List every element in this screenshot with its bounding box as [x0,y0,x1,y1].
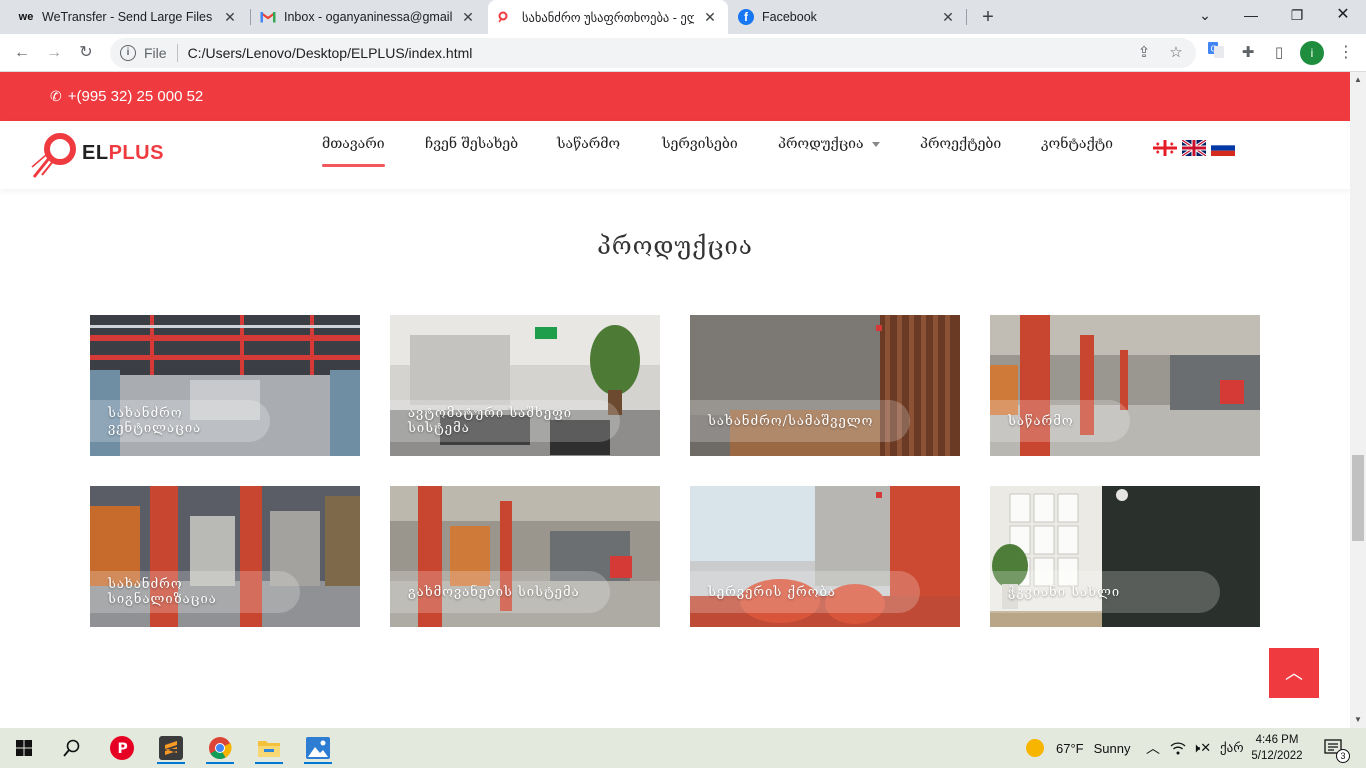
reload-icon[interactable]: ↻ [74,41,98,65]
svg-text:P: P [118,741,128,757]
close-icon[interactable]: ✕ [940,9,956,26]
url-scheme: File [144,45,167,61]
clock[interactable]: 4:46 PM 5/12/2022 [1248,728,1306,768]
close-icon[interactable]: ✕ [222,9,238,26]
translate-extension-icon[interactable]: G [1205,42,1227,64]
tab-facebook[interactable]: f Facebook ✕ [728,0,966,34]
share-icon[interactable]: ⇪ [1133,42,1155,64]
forward-arrow-icon[interactable]: → [42,41,66,65]
page-viewport: ✆ +(995 32) 25 000 52 ELPLUS მთავარი ჩვე… [0,72,1350,728]
weather-description: Sunny [1093,740,1131,756]
gmail-favicon-icon [260,9,276,25]
site-logo[interactable]: ELPLUS [30,129,163,181]
search-icon[interactable] [52,732,92,764]
scroll-down-arrow-icon[interactable]: ▼ [1350,712,1366,728]
minimize-icon[interactable]: — [1228,0,1274,30]
phone-number[interactable]: +(995 32) 25 000 52 [68,88,204,105]
product-card-fire-rescue[interactable]: სახანძრო/სამაშველო [690,315,960,456]
weather-temperature: 67°F [1056,740,1084,756]
scroll-up-arrow-icon[interactable]: ▲ [1350,72,1366,88]
windows-taskbar: P 67°F Sunny ︿ 🕨✕ ქარ 4:46 PM 5/12/2022 … [0,728,1366,768]
product-label: სახანძრო სიგნალიზაცია [90,571,300,613]
product-card-smart-home[interactable]: ჭკვიანი სახლი [990,486,1260,627]
show-hidden-icons-chevron-up-icon[interactable]: ︿ [1146,728,1160,768]
page-scrollbar[interactable] [1350,72,1366,728]
uk-flag-icon[interactable] [1182,140,1206,156]
photos-app-icon[interactable] [298,732,338,764]
facebook-favicon-icon: f [738,9,754,25]
side-panel-icon[interactable]: ▯ [1268,42,1290,64]
browser-tab-bar: we WeTransfer - Send Large Files & S ✕ I… [0,0,1366,34]
product-card-fire-ventilation[interactable]: სახანძრო ვენტილაცია [90,315,360,456]
new-tab-plus-icon[interactable]: + [976,5,1000,29]
clock-time: 4:46 PM [1255,734,1299,746]
scrollbar-thumb[interactable] [1352,455,1364,541]
product-label: ავტომატური საშხეფი სისტემა [390,400,620,442]
section-title-products: პროდუქცია [597,232,753,260]
weather-widget[interactable]: 67°F Sunny [1026,728,1130,768]
product-label: სახანძრო ვენტილაცია [90,400,270,442]
url-divider [176,44,178,62]
nav-item-contact[interactable]: კონტაქტი [1041,136,1113,152]
product-label: სახანძრო/სამაშველო [690,400,910,442]
windows-start-icon[interactable] [4,732,44,764]
elplus-favicon-icon [498,9,514,25]
phone-icon: ✆ [50,88,62,104]
input-language[interactable]: ქარ [1220,728,1244,768]
more-menu-icon[interactable]: ⋮ [1336,41,1356,65]
tab-search-chevron-down-icon[interactable]: ⌄ [1182,0,1228,30]
close-icon[interactable]: ✕ [460,9,476,26]
nav-item-services[interactable]: სერვისები [662,136,738,152]
product-card-voice-evacuation[interactable]: გახმოვანების სისტემა [390,486,660,627]
file-explorer-icon[interactable] [249,732,289,764]
chevron-down-icon [871,141,880,147]
wetransfer-favicon-icon: we [18,11,34,23]
site-info-icon[interactable]: i [120,45,136,61]
back-arrow-icon[interactable]: ← [10,41,34,65]
restore-icon[interactable]: ❐ [1274,0,1320,30]
product-label: საწარმო [990,400,1130,442]
site-header: ELPLUS მთავარი ჩვენ შესახებ საწარმო სერვ… [0,121,1350,189]
tab-separator [966,9,967,25]
russian-flag-icon[interactable] [1211,140,1235,156]
georgian-flag-icon[interactable] [1153,140,1177,156]
sun-icon [1026,739,1044,757]
speaker-muted-icon[interactable]: 🕨✕ [1192,728,1211,768]
chevron-up-icon: ︿ [1285,663,1303,683]
product-label: გახმოვანების სისტემა [390,571,610,613]
nav-item-projects[interactable]: პროექტები [920,136,1001,152]
product-card-server-suppression[interactable]: სერვერის ქრობა [690,486,960,627]
url-input[interactable]: i File C:/Users/Lenovo/Desktop/ELPLUS/in… [110,38,1196,68]
pinterest-icon[interactable]: P [102,732,142,764]
tab-gmail[interactable]: Inbox - oganyaninessa@gmail.co ✕ [250,0,486,34]
contact-top-bar: ✆ +(995 32) 25 000 52 [0,72,1350,121]
tab-wetransfer[interactable]: we WeTransfer - Send Large Files & S ✕ [8,0,248,34]
nav-item-about[interactable]: ჩვენ შესახებ [425,136,518,152]
extensions-puzzle-icon[interactable]: ✚ [1237,42,1259,64]
close-window-icon[interactable]: ✕ [1320,0,1366,30]
back-to-top-button[interactable]: ︿ [1269,648,1319,698]
notification-count-badge: 3 [1336,749,1350,763]
nav-item-home[interactable]: მთავარი [322,136,385,167]
logo-wordmark: ELPLUS [82,142,164,164]
chrome-icon[interactable] [200,732,240,764]
clock-date: 5/12/2022 [1251,750,1303,762]
tab-elplus[interactable]: სახანძრო უსაფრთხოება - ელ ✕ [488,0,728,34]
profile-avatar[interactable]: i [1300,41,1324,65]
notifications-icon[interactable]: 3 [1324,728,1350,768]
bookmark-star-icon[interactable]: ☆ [1165,42,1187,64]
url-text: C:/Users/Lenovo/Desktop/ELPLUS/index.htm… [187,45,473,61]
sublime-text-icon[interactable] [151,732,191,764]
product-label: სერვერის ქრობა [690,571,920,613]
product-card-factory[interactable]: საწარმო [990,315,1260,456]
product-label: ჭკვიანი სახლი [990,571,1220,613]
address-bar: ← → ↻ i File C:/Users/Lenovo/Desktop/ELP… [0,34,1366,72]
product-card-sprinkler-system[interactable]: ავტომატური საშხეფი სისტემა [390,315,660,456]
product-card-fire-alarm[interactable]: სახანძრო სიგნალიზაცია [90,486,360,627]
close-icon[interactable]: ✕ [702,9,718,26]
nav-item-production[interactable]: საწარმო [557,136,620,152]
nav-item-products[interactable]: პროდუქცია [778,136,880,152]
wifi-icon[interactable] [1170,728,1186,768]
